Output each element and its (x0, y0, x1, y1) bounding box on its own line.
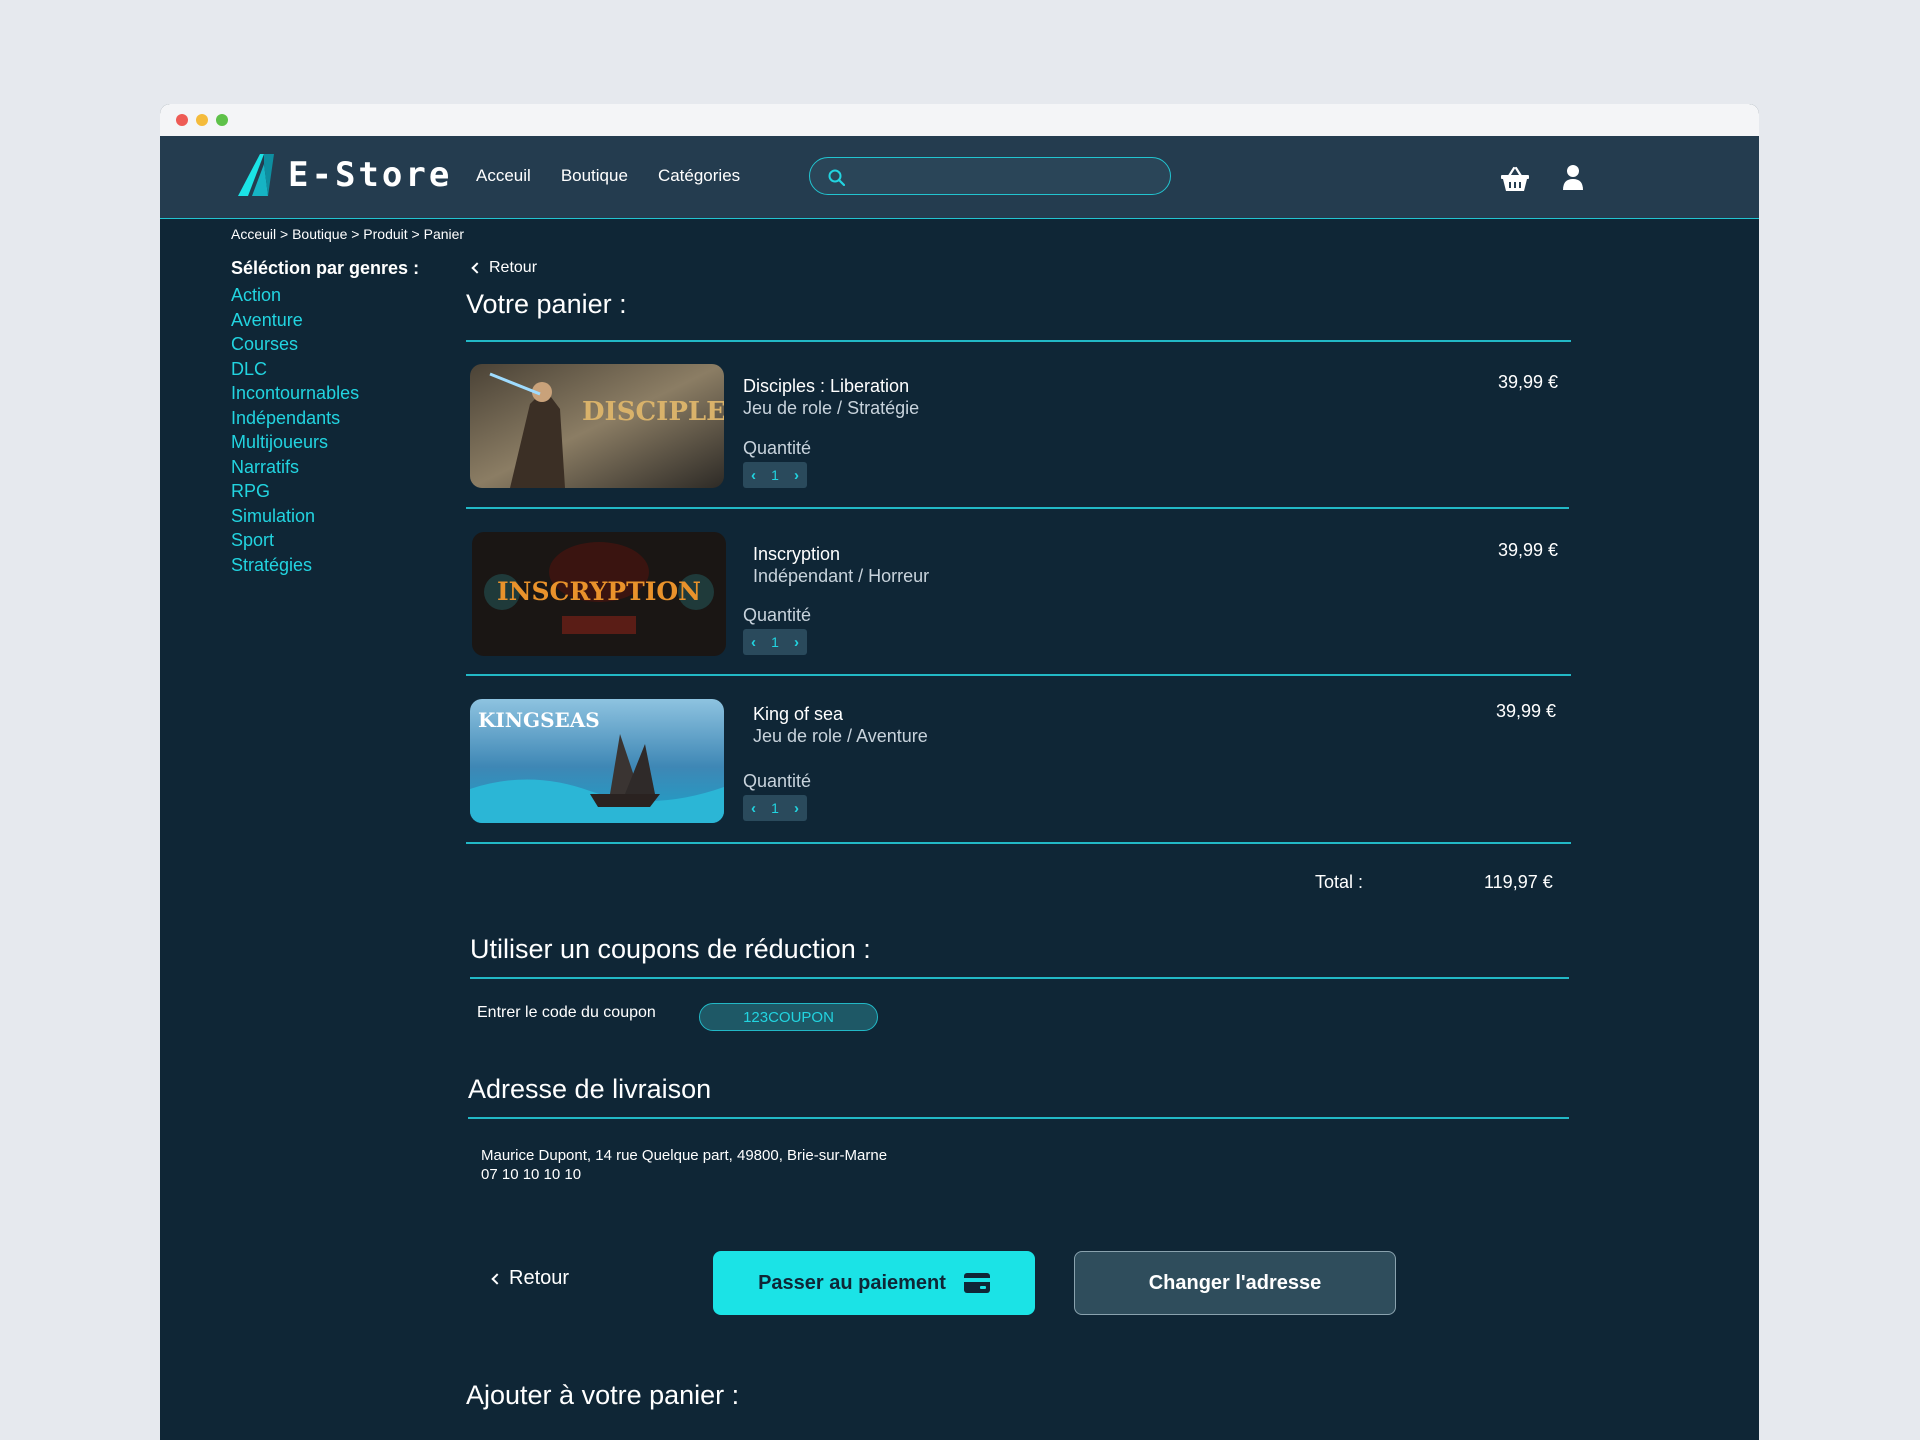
decrease-quantity-button[interactable]: ‹ (751, 800, 756, 817)
delivery-title: Adresse de livraison (468, 1074, 712, 1104)
disciples-logo-text: DISCIPLES (582, 397, 724, 427)
item-genre: Indépendant / Horreur (753, 566, 930, 586)
pay-button-label: Passer au paiement (758, 1271, 946, 1294)
browser-window: E-Store Acceuil Boutique Catégories Acce… (160, 104, 1759, 1440)
quantity-value: 1 (771, 634, 779, 650)
genre-link-independants[interactable]: Indépendants (231, 406, 419, 431)
credit-card-icon (963, 1273, 990, 1293)
genre-link-courses[interactable]: Courses (231, 332, 419, 357)
quantity-label: Quantité (743, 438, 812, 458)
pay-button[interactable]: Passer au paiement (713, 1251, 1035, 1315)
address-line: Maurice Dupont, 14 rue Quelque part, 498… (481, 1147, 888, 1164)
delivery-divider (468, 1117, 1569, 1119)
item-genre: Jeu de role / Stratégie (743, 398, 920, 418)
quantity-stepper: ‹ 1 › (743, 462, 807, 488)
total-label: Total : (1315, 872, 1364, 892)
inscryption-logo-text: INSCRYPTION (497, 577, 701, 606)
phone-number: 07 10 10 10 10 (481, 1166, 582, 1183)
item-name: King of sea (753, 704, 844, 724)
coupon-divider (470, 977, 1569, 979)
cart-item-disciples: DISCIPLES Disciples : Liberation Jeu de … (470, 364, 1570, 488)
genre-link-action[interactable]: Action (231, 283, 419, 308)
window-titlebar (160, 104, 1759, 136)
back-button[interactable]: Retour (491, 1267, 570, 1290)
user-icon[interactable] (1562, 164, 1584, 191)
cart-item-king-of-sea: KINGSEAS King of sea Jeu de role / Avent… (470, 699, 1570, 823)
genre-link-strategies[interactable]: Stratégies (231, 553, 419, 578)
chevron-left-icon (471, 262, 483, 274)
quantity-value: 1 (771, 467, 779, 483)
item-genre: Jeu de role / Aventure (753, 726, 928, 746)
nav-link-categories[interactable]: Catégories (658, 166, 740, 186)
change-address-label: Changer l'adresse (1148, 1271, 1322, 1294)
back-link-top[interactable]: Retour (471, 259, 538, 277)
increase-quantity-button[interactable]: › (794, 634, 799, 651)
nav-link-acceuil[interactable]: Acceuil (476, 166, 531, 186)
item-name: Disciples : Liberation (743, 376, 910, 396)
item-price: 39,99 € (1495, 701, 1556, 721)
logo-mark-icon (238, 154, 274, 196)
product-image-disciples[interactable]: DISCIPLES (470, 364, 724, 488)
genre-link-incontournables[interactable]: Incontournables (231, 381, 419, 406)
chevron-left-icon (491, 1272, 503, 1285)
genre-link-rpg[interactable]: RPG (231, 479, 419, 504)
genre-link-aventure[interactable]: Aventure (231, 308, 419, 333)
genre-link-simulation[interactable]: Simulation (231, 504, 419, 529)
add-to-cart-title: Ajouter à votre panier : (466, 1380, 740, 1410)
item-divider (466, 507, 1569, 509)
nav-link-boutique[interactable]: Boutique (561, 166, 628, 186)
logo[interactable]: E-Store (238, 154, 452, 196)
cart-divider (466, 340, 1571, 342)
quantity-stepper: ‹ 1 › (743, 629, 807, 655)
logo-text: E-Store (288, 155, 453, 195)
search-bar (809, 157, 1171, 195)
genre-link-narratifs[interactable]: Narratifs (231, 455, 419, 480)
item-price: 39,99 € (1497, 540, 1558, 560)
back-button-label: Retour (509, 1267, 570, 1289)
king-of-seas-logo-text: KINGSEAS (478, 708, 600, 732)
product-image-king-of-sea[interactable]: KINGSEAS (470, 699, 724, 823)
item-price: 39,99 € (1497, 372, 1558, 392)
decrease-quantity-button[interactable]: ‹ (751, 467, 756, 484)
breadcrumb: Acceuil > Boutique > Produit > Panier (231, 226, 465, 242)
main-nav: Acceuil Boutique Catégories (476, 166, 770, 186)
close-window-button[interactable] (176, 114, 188, 126)
quantity-label: Quantité (743, 605, 812, 625)
increase-quantity-button[interactable]: › (794, 467, 799, 484)
change-address-button[interactable]: Changer l'adresse (1074, 1251, 1396, 1315)
cart-item-inscryption: INSCRYPTION Inscryption Indépendant / Ho… (470, 532, 1570, 656)
cart-title: Votre panier : (466, 289, 627, 319)
top-navbar: E-Store Acceuil Boutique Catégories (160, 136, 1759, 219)
item-divider (466, 842, 1571, 844)
basket-icon[interactable] (1500, 166, 1530, 192)
maximize-window-button[interactable] (216, 114, 228, 126)
minimize-window-button[interactable] (196, 114, 208, 126)
item-divider (466, 674, 1571, 676)
quantity-value: 1 (771, 800, 779, 816)
item-name: Inscryption (753, 544, 841, 564)
quantity-stepper: ‹ 1 › (743, 795, 807, 821)
genre-sidebar: Séléction par genres : Action Aventure C… (231, 258, 419, 577)
coupon-label: Entrer le code du coupon (477, 1004, 656, 1021)
decrease-quantity-button[interactable]: ‹ (751, 634, 756, 651)
genre-link-sport[interactable]: Sport (231, 528, 419, 553)
quantity-label: Quantité (743, 771, 812, 791)
coupon-title: Utiliser un coupons de réduction : (470, 934, 871, 964)
coupon-input[interactable] (699, 1003, 878, 1031)
total-value: 119,97 € (1484, 872, 1553, 892)
product-image-inscryption[interactable]: INSCRYPTION (472, 532, 726, 656)
delivery-address: Maurice Dupont, 14 rue Quelque part, 498… (481, 1146, 887, 1184)
genre-link-dlc[interactable]: DLC (231, 357, 419, 382)
back-link-label: Retour (489, 259, 538, 276)
genre-link-multijoueurs[interactable]: Multijoueurs (231, 430, 419, 455)
increase-quantity-button[interactable]: › (794, 800, 799, 817)
sidebar-title: Séléction par genres : (231, 258, 420, 278)
search-icon[interactable] (828, 169, 845, 186)
search-input[interactable] (854, 164, 1154, 188)
